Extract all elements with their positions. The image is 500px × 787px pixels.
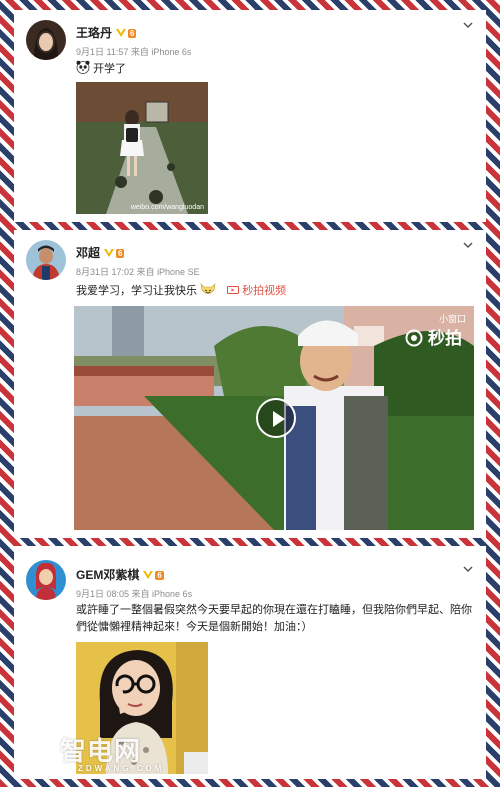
miaopai-logo: 秒拍 [405,324,462,349]
avatar[interactable] [26,560,66,600]
chevron-down-icon[interactable] [462,562,474,574]
verified-v-icon [104,247,115,257]
site-watermark: 智电网 ZDWANG.COM [60,736,165,773]
happy-face-icon [200,283,216,297]
video-camera-icon [227,285,240,297]
miaopai-logo-icon [405,329,423,348]
chevron-down-icon[interactable] [462,18,474,30]
video-link[interactable]: 秒拍视频 [227,285,286,297]
post-text-content: 我爱学习，学习让我快乐 [76,285,197,297]
post-meta: 9月1日 11:57 来自 iPhone 6s [76,47,192,57]
panda-icon [76,60,90,75]
post-text: 我爱学习，学习让我快乐 秒拍视频 [76,282,472,300]
level-badge: 6 [155,571,164,580]
verified-v-icon [143,569,154,579]
chevron-down-icon[interactable] [462,238,474,250]
video-link-label[interactable]: 秒拍视频 [242,285,286,297]
post-text-content: 开学了 [93,63,127,75]
level-badge: 6 [128,29,137,38]
post-card-wangluodan: 王珞丹 6 9月1日 11:57 来自 iPhone 6s 开学了 weibo.c… [14,10,486,222]
image-watermark: weibo.com/wangluodan [130,204,204,211]
post-text: 或許睡了一整個暑假突然今天要早起的你現在還在打瞌睡，但我陪你們早起、陪你們從慵懶… [76,604,472,633]
avatar[interactable] [26,20,66,60]
author-name[interactable]: 王珞丹 [76,26,112,40]
author-name[interactable]: GEM邓紫棋 [76,568,139,582]
verified-v-icon [116,27,127,37]
post-text: 开学了 [76,60,472,78]
video-player[interactable]: 小窗口 秒拍 [74,306,474,530]
level-badge: 6 [116,249,125,258]
avatar[interactable] [26,240,66,280]
post-card-dengchao: 邓超 6 8月31日 17:02 来自 iPhone SE 我爱学习，学习让我快乐… [14,230,486,538]
post-meta: 9月1日 08:05 来自 iPhone 6s [76,589,193,599]
post-meta: 8月31日 17:02 来自 iPhone SE [76,267,200,277]
author-name[interactable]: 邓超 [76,246,100,260]
play-button[interactable] [256,398,296,438]
post-image[interactable]: weibo.com/wangluodan [76,82,208,214]
